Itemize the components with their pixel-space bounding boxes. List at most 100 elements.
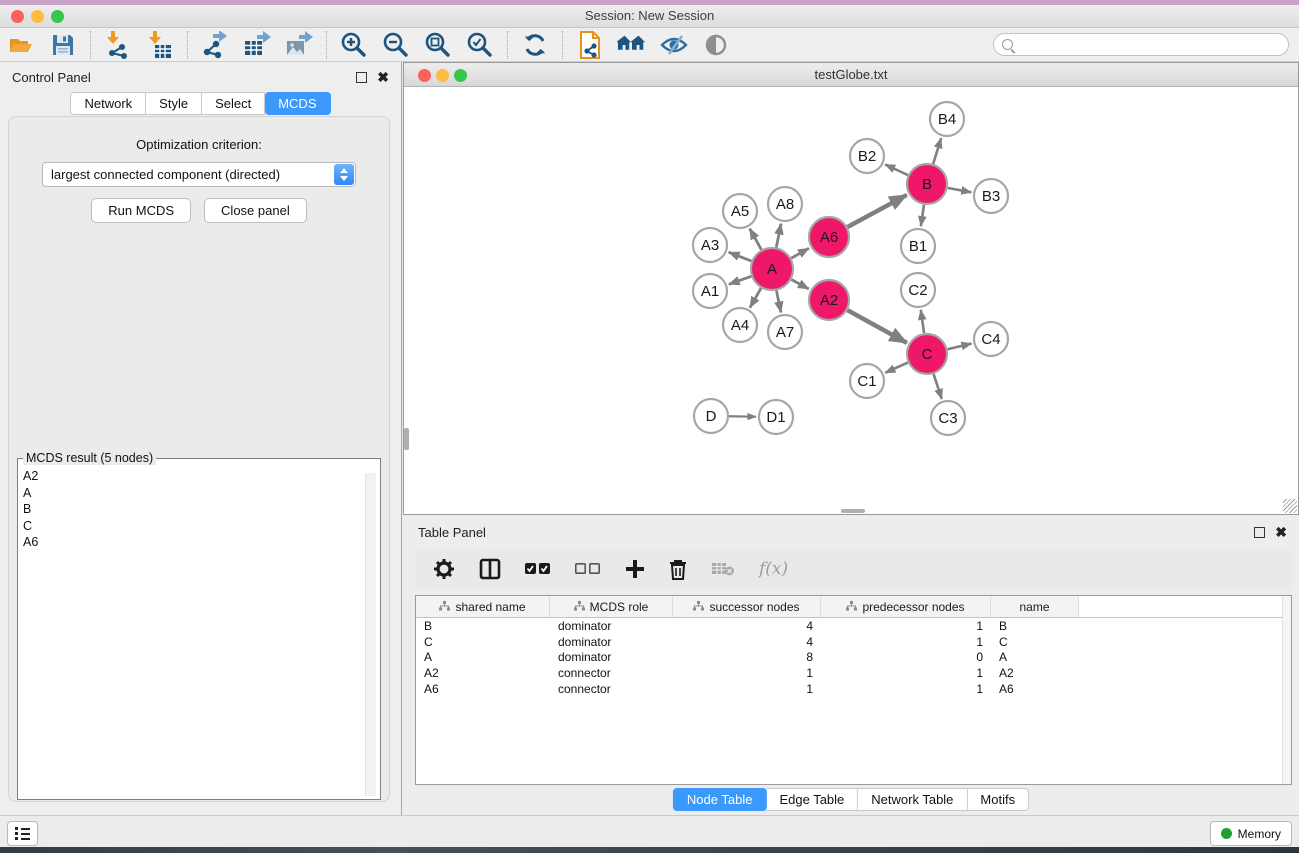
edge-A-A8[interactable] xyxy=(776,224,781,248)
tab-network-table[interactable]: Network Table xyxy=(858,788,967,811)
edge-B-B3[interactable] xyxy=(948,188,972,192)
delete-table-icon[interactable] xyxy=(711,561,735,577)
table-cell[interactable]: dominator xyxy=(550,635,673,649)
close-panel-icon[interactable]: ✖ xyxy=(377,72,389,83)
table-cell[interactable]: 1 xyxy=(821,635,991,649)
table-cell[interactable]: 1 xyxy=(821,682,991,696)
table-cell[interactable]: A6 xyxy=(991,682,1079,696)
houses-icon[interactable] xyxy=(617,31,647,59)
result-item[interactable]: A2 xyxy=(23,468,380,485)
table-cell[interactable]: C xyxy=(416,635,550,649)
close-panel-button[interactable]: Close panel xyxy=(204,198,307,223)
column-header-shared-name[interactable]: shared name xyxy=(416,596,550,617)
refresh-icon[interactable] xyxy=(520,31,550,59)
network-horizontal-scrollbar[interactable] xyxy=(841,509,865,513)
edge-A-A3[interactable] xyxy=(729,252,752,261)
table-cell[interactable]: dominator xyxy=(550,619,673,633)
table-cell[interactable]: A2 xyxy=(416,666,550,680)
edge-A2-C[interactable] xyxy=(847,310,906,343)
minimize-network-button[interactable] xyxy=(436,69,449,82)
tab-network[interactable]: Network xyxy=(70,92,146,115)
table-scrollbar[interactable] xyxy=(1282,596,1291,784)
zoom-network-button[interactable] xyxy=(454,69,467,82)
table-cell[interactable]: connector xyxy=(550,666,673,680)
zoom-fit-icon[interactable] xyxy=(423,31,453,59)
tab-mcds[interactable]: MCDS xyxy=(265,92,330,115)
result-scrollbar[interactable] xyxy=(365,473,376,796)
table-row[interactable]: Cdominator41C xyxy=(416,634,1291,650)
edge-B-B4[interactable] xyxy=(933,138,941,164)
table-cell[interactable]: C xyxy=(991,635,1079,649)
export-network-icon[interactable] xyxy=(200,31,230,59)
zoom-in-icon[interactable] xyxy=(339,31,369,59)
table-cell[interactable]: A2 xyxy=(991,666,1079,680)
export-image-icon[interactable] xyxy=(284,31,314,59)
table-cell[interactable]: 4 xyxy=(673,619,821,633)
table-cell[interactable]: A xyxy=(991,650,1079,664)
table-cell[interactable]: connector xyxy=(550,682,673,696)
float-table-panel-icon[interactable] xyxy=(1254,527,1265,538)
tab-select[interactable]: Select xyxy=(202,92,265,115)
table-cell[interactable]: 0 xyxy=(821,650,991,664)
column-header-successor-nodes[interactable]: successor nodes xyxy=(673,596,821,617)
tab-style[interactable]: Style xyxy=(146,92,202,115)
column-header-name[interactable]: name xyxy=(991,596,1079,617)
network-canvas[interactable]: B4B2BB3B1A5A8A6A3AA1A2C2A4A7C4CC1C3DD1 xyxy=(404,87,1298,514)
gear-icon[interactable] xyxy=(433,558,455,580)
edge-C-C3[interactable] xyxy=(934,374,942,399)
network-vertical-scrollbar[interactable] xyxy=(404,428,409,450)
import-table-icon[interactable] xyxy=(145,31,175,59)
table-row[interactable]: A6connector11A6 xyxy=(416,681,1291,697)
split-view-icon[interactable] xyxy=(479,558,501,580)
add-column-icon[interactable] xyxy=(625,559,645,579)
table-cell[interactable]: 4 xyxy=(673,635,821,649)
edge-A-A6[interactable] xyxy=(791,248,809,258)
zoom-selected-icon[interactable] xyxy=(465,31,495,59)
edge-A6-B[interactable] xyxy=(847,195,906,227)
edge-C-C4[interactable] xyxy=(947,344,971,350)
column-header-predecessor-nodes[interactable]: predecessor nodes xyxy=(821,596,991,617)
memory-button[interactable]: Memory xyxy=(1210,821,1292,846)
edge-B-B2[interactable] xyxy=(885,164,908,175)
export-table-icon[interactable] xyxy=(242,31,272,59)
table-cell[interactable]: 1 xyxy=(673,682,821,696)
table-cell[interactable]: 1 xyxy=(821,666,991,680)
criterion-dropdown[interactable]: largest connected component (directed) xyxy=(42,162,356,187)
edge-A-A2[interactable] xyxy=(791,280,808,290)
task-history-button[interactable] xyxy=(7,821,38,846)
function-builder-icon[interactable]: f(x) xyxy=(759,559,788,579)
edge-A-A7[interactable] xyxy=(776,291,781,313)
result-item[interactable]: B xyxy=(23,501,380,518)
tab-node-table[interactable]: Node Table xyxy=(673,788,767,811)
table-cell[interactable]: 1 xyxy=(673,666,821,680)
tab-edge-table[interactable]: Edge Table xyxy=(766,788,858,811)
save-session-icon[interactable] xyxy=(48,31,78,59)
zoom-out-icon[interactable] xyxy=(381,31,411,59)
table-cell[interactable]: A6 xyxy=(416,682,550,696)
trash-icon[interactable] xyxy=(669,559,687,580)
close-window-button[interactable] xyxy=(11,10,24,23)
result-item[interactable]: C xyxy=(23,518,380,535)
deselect-all-columns-icon[interactable] xyxy=(575,562,601,576)
edge-C-C2[interactable] xyxy=(921,310,924,333)
table-cell[interactable]: dominator xyxy=(550,650,673,664)
column-header-mcds-role[interactable]: MCDS role xyxy=(550,596,673,617)
network-from-document-icon[interactable] xyxy=(575,31,605,59)
open-session-icon[interactable] xyxy=(6,31,36,59)
result-item[interactable]: A xyxy=(23,485,380,502)
close-network-button[interactable] xyxy=(418,69,431,82)
show-eye-icon[interactable] xyxy=(701,31,731,59)
table-cell[interactable]: B xyxy=(991,619,1079,633)
table-row[interactable]: Bdominator41B xyxy=(416,618,1291,634)
table-cell[interactable]: 1 xyxy=(821,619,991,633)
result-item[interactable]: A6 xyxy=(23,534,380,551)
run-mcds-button[interactable]: Run MCDS xyxy=(91,198,191,223)
hide-eye-icon[interactable] xyxy=(659,31,689,59)
close-table-panel-icon[interactable]: ✖ xyxy=(1275,527,1287,538)
import-network-icon[interactable] xyxy=(103,31,133,59)
float-panel-icon[interactable] xyxy=(356,72,367,83)
edge-A-A1[interactable] xyxy=(729,276,751,284)
edge-A-A5[interactable] xyxy=(750,229,762,250)
zoom-window-button[interactable] xyxy=(51,10,64,23)
minimize-window-button[interactable] xyxy=(31,10,44,23)
